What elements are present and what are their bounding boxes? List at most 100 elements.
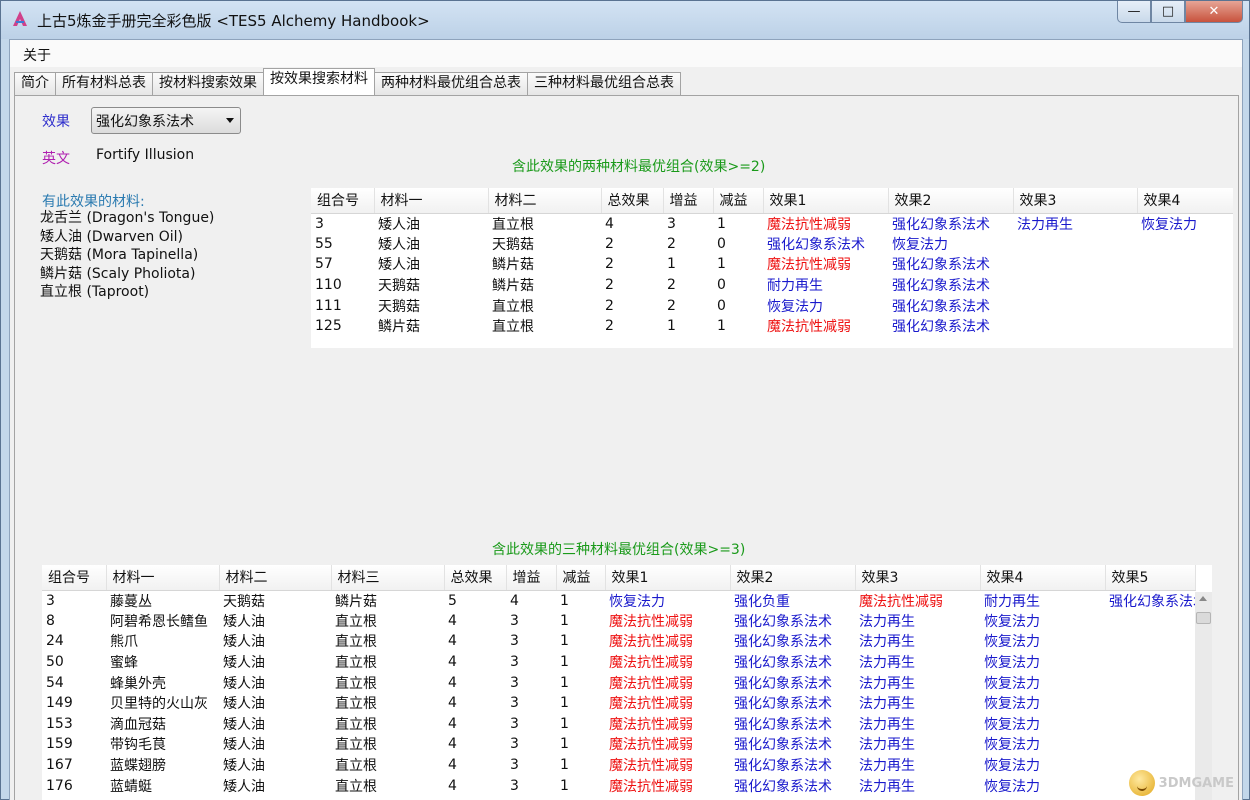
two-combo-caption: 含此效果的两种材料最优组合(效果>=2) — [512, 159, 766, 175]
tab-0[interactable]: 简介 — [14, 72, 56, 95]
minimize-button[interactable]: — — [1117, 1, 1151, 23]
alchemy-app-icon — [13, 11, 27, 26]
column-header[interactable]: 材料一 — [374, 188, 489, 214]
watermark-text: 3DMGAME — [1158, 775, 1234, 791]
table-row[interactable]: 54 蜂巢外壳 矮人油 直立根 4 3 1 魔法抗性减弱 强化幻象系法术 法力再生 恢复法力 — [42, 672, 1195, 693]
table-cell — [1105, 734, 1195, 755]
table-cell: 魔法抗性减弱 — [609, 675, 693, 692]
table-cell: 176 — [46, 777, 73, 794]
app-window: 上古5炼金手册完全彩色版 <TES5 Alchemy Handbook> — □… — [0, 0, 1250, 800]
table-cell: 1 — [717, 215, 726, 232]
column-header[interactable]: 效果5 — [1105, 565, 1196, 591]
english-label: 英文 — [42, 151, 70, 167]
table-cell: 直立根 — [335, 737, 377, 754]
table-cell: 强化幻象系法术 — [892, 278, 990, 295]
three-combo-table[interactable]: 组合号 材料一 材料二 材料三 总效果 增益 减益 效果1 效果2 效果3 效果4 效果5 3 藤蔓丛 天… — [42, 565, 1212, 800]
close-button[interactable]: ✕ — [1185, 1, 1243, 23]
window-controls: — □ ✕ — [1117, 1, 1243, 28]
table-cell — [1137, 254, 1233, 275]
table-cell: 4 — [448, 654, 457, 671]
column-header[interactable]: 减益 — [713, 188, 764, 214]
column-header[interactable]: 总效果 — [444, 565, 507, 591]
column-header[interactable]: 增益 — [663, 188, 714, 214]
table-cell: 矮人油 — [223, 737, 265, 754]
table-row[interactable]: 149 贝里特的火山灰 矮人油 直立根 4 3 1 魔法抗性减弱 强化幻象系法术 法力再生 恢复法力 — [42, 693, 1195, 714]
maximize-button[interactable]: □ — [1151, 1, 1185, 23]
table-cell: 2 — [667, 277, 676, 294]
column-header[interactable]: 效果1 — [605, 565, 731, 591]
table-cell: 法力再生 — [859, 613, 915, 630]
tab-4[interactable]: 两种材料最优组合总表 — [374, 72, 528, 95]
column-header[interactable]: 组合号 — [311, 188, 375, 214]
scroll-up-arrow-icon[interactable] — [1199, 596, 1207, 601]
column-header[interactable]: 材料一 — [106, 565, 220, 591]
table-cell: 恢复法力 — [609, 593, 665, 610]
table-cell: 鳞片菇 — [492, 257, 534, 274]
tab-1[interactable]: 所有材料总表 — [55, 72, 153, 95]
table-cell: 恢复法力 — [892, 236, 948, 253]
tab-5[interactable]: 三种材料最优组合总表 — [527, 72, 681, 95]
table-row[interactable]: 3 藤蔓丛 天鹅菇 鳞片菇 5 4 1 恢复法力 强化负重 魔法抗性减弱 耐力再生 强化幻象系法术 — [42, 590, 1195, 611]
column-header[interactable]: 增益 — [506, 565, 557, 591]
column-header[interactable]: 效果2 — [730, 565, 856, 591]
table-row[interactable]: 125 鳞片菇 直立根 2 1 1 魔法抗性减弱 强化幻象系法术 — [311, 316, 1233, 337]
column-header[interactable]: 效果3 — [855, 565, 981, 591]
table-row[interactable]: 111 天鹅菇 直立根 2 2 0 恢复法力 强化幻象系法术 — [311, 295, 1233, 316]
table-cell: 法力再生 — [859, 634, 915, 651]
table-row[interactable]: 57 矮人油 鳞片菇 2 1 1 魔法抗性减弱 强化幻象系法术 — [311, 254, 1233, 275]
table-row[interactable]: 110 天鹅菇 鳞片菇 2 2 0 耐力再生 强化幻象系法术 — [311, 275, 1233, 296]
table-row[interactable]: 50 蜜蜂 矮人油 直立根 4 3 1 魔法抗性减弱 强化幻象系法术 法力再生 恢复法力 — [42, 652, 1195, 673]
column-header[interactable]: 总效果 — [601, 188, 664, 214]
effect-select[interactable]: 强化幻象系法术 — [91, 107, 241, 134]
table-cell — [1137, 275, 1233, 296]
table-cell: 强化幻象系法术 — [1109, 593, 1195, 610]
table-cell — [1013, 254, 1137, 275]
two-combo-table[interactable]: 组合号 材料一 材料二 总效果 增益 减益 效果1 效果2 效果3 效果4 3 矮人油 直立根 4 3 1 魔… — [311, 188, 1233, 348]
column-header[interactable]: 材料二 — [219, 565, 332, 591]
table-cell: 恢复法力 — [984, 696, 1040, 713]
column-header[interactable]: 材料三 — [331, 565, 445, 591]
table-row[interactable]: 159 带钩毛茛 矮人油 直立根 4 3 1 魔法抗性减弱 强化幻象系法术 法力再生 恢复法力 — [42, 734, 1195, 755]
table-cell: 矮人油 — [223, 675, 265, 692]
column-header[interactable]: 效果4 — [980, 565, 1106, 591]
tab-2[interactable]: 按材料搜索效果 — [152, 72, 264, 95]
table-cell: 0 — [717, 277, 726, 294]
table-cell: 恢复法力 — [984, 778, 1040, 795]
column-header[interactable]: 材料二 — [488, 188, 602, 214]
table-row[interactable]: 8 阿碧希恩长鳍鱼 矮人油 直立根 4 3 1 魔法抗性减弱 强化幻象系法术 法力再生 恢复法力 — [42, 611, 1195, 632]
column-header[interactable]: 减益 — [556, 565, 606, 591]
table-row[interactable]: 3 矮人油 直立根 4 3 1 魔法抗性减弱 强化幻象系法术 法力再生 恢复法力 — [311, 213, 1233, 234]
table-cell: 法力再生 — [859, 716, 915, 733]
table-cell: 蓝蜻蜓 — [110, 778, 152, 795]
table-cell: 3 — [510, 612, 519, 629]
table-row[interactable]: 55 矮人油 天鹅菇 2 2 0 强化幻象系法术 恢复法力 — [311, 234, 1233, 255]
tab-3[interactable]: 按效果搜索材料 — [263, 68, 375, 95]
scroll-thumb[interactable] — [1196, 612, 1211, 624]
column-header[interactable]: 效果1 — [763, 188, 889, 214]
table-row[interactable]: 153 滴血冠菇 矮人油 直立根 4 3 1 魔法抗性减弱 强化幻象系法术 法力再生 恢复法力 — [42, 714, 1195, 735]
menu-bar: 关于 — [10, 40, 1242, 67]
table-cell: 强化幻象系法术 — [767, 236, 865, 253]
column-header[interactable]: 效果2 — [888, 188, 1014, 214]
table-cell: 带钩毛茛 — [110, 737, 166, 754]
chevron-down-icon[interactable] — [226, 118, 234, 123]
table-cell: 1 — [560, 612, 569, 629]
menu-about[interactable]: 关于 — [23, 45, 51, 65]
table-cell: 3 — [510, 695, 519, 712]
table-cell: 魔法抗性减弱 — [767, 319, 851, 336]
table-cell: 111 — [315, 297, 342, 314]
column-header[interactable]: 效果3 — [1013, 188, 1138, 214]
three-table-scrollbar[interactable] — [1195, 592, 1212, 800]
table-cell: 魔法抗性减弱 — [859, 593, 943, 610]
table-cell: 5 — [448, 592, 457, 609]
material-item: 矮人油 (Dwarven Oil) — [40, 228, 183, 245]
table-cell: 法力再生 — [859, 655, 915, 672]
table-row[interactable]: 176 蓝蜻蜓 矮人油 直立根 4 3 1 魔法抗性减弱 强化幻象系法术 法力再生 恢复法力 — [42, 775, 1195, 796]
table-cell — [1013, 275, 1137, 296]
column-header[interactable]: 组合号 — [42, 565, 107, 591]
table-row[interactable]: 24 熊爪 矮人油 直立根 4 3 1 魔法抗性减弱 强化幻象系法术 法力再生 恢复法力 — [42, 631, 1195, 652]
table-cell: 矮人油 — [223, 716, 265, 733]
table-row[interactable]: 167 蓝蝶翅膀 矮人油 直立根 4 3 1 魔法抗性减弱 强化幻象系法术 法力再生 恢复法力 — [42, 755, 1195, 776]
table-cell: 3 — [667, 215, 676, 232]
column-header[interactable]: 效果4 — [1137, 188, 1233, 214]
